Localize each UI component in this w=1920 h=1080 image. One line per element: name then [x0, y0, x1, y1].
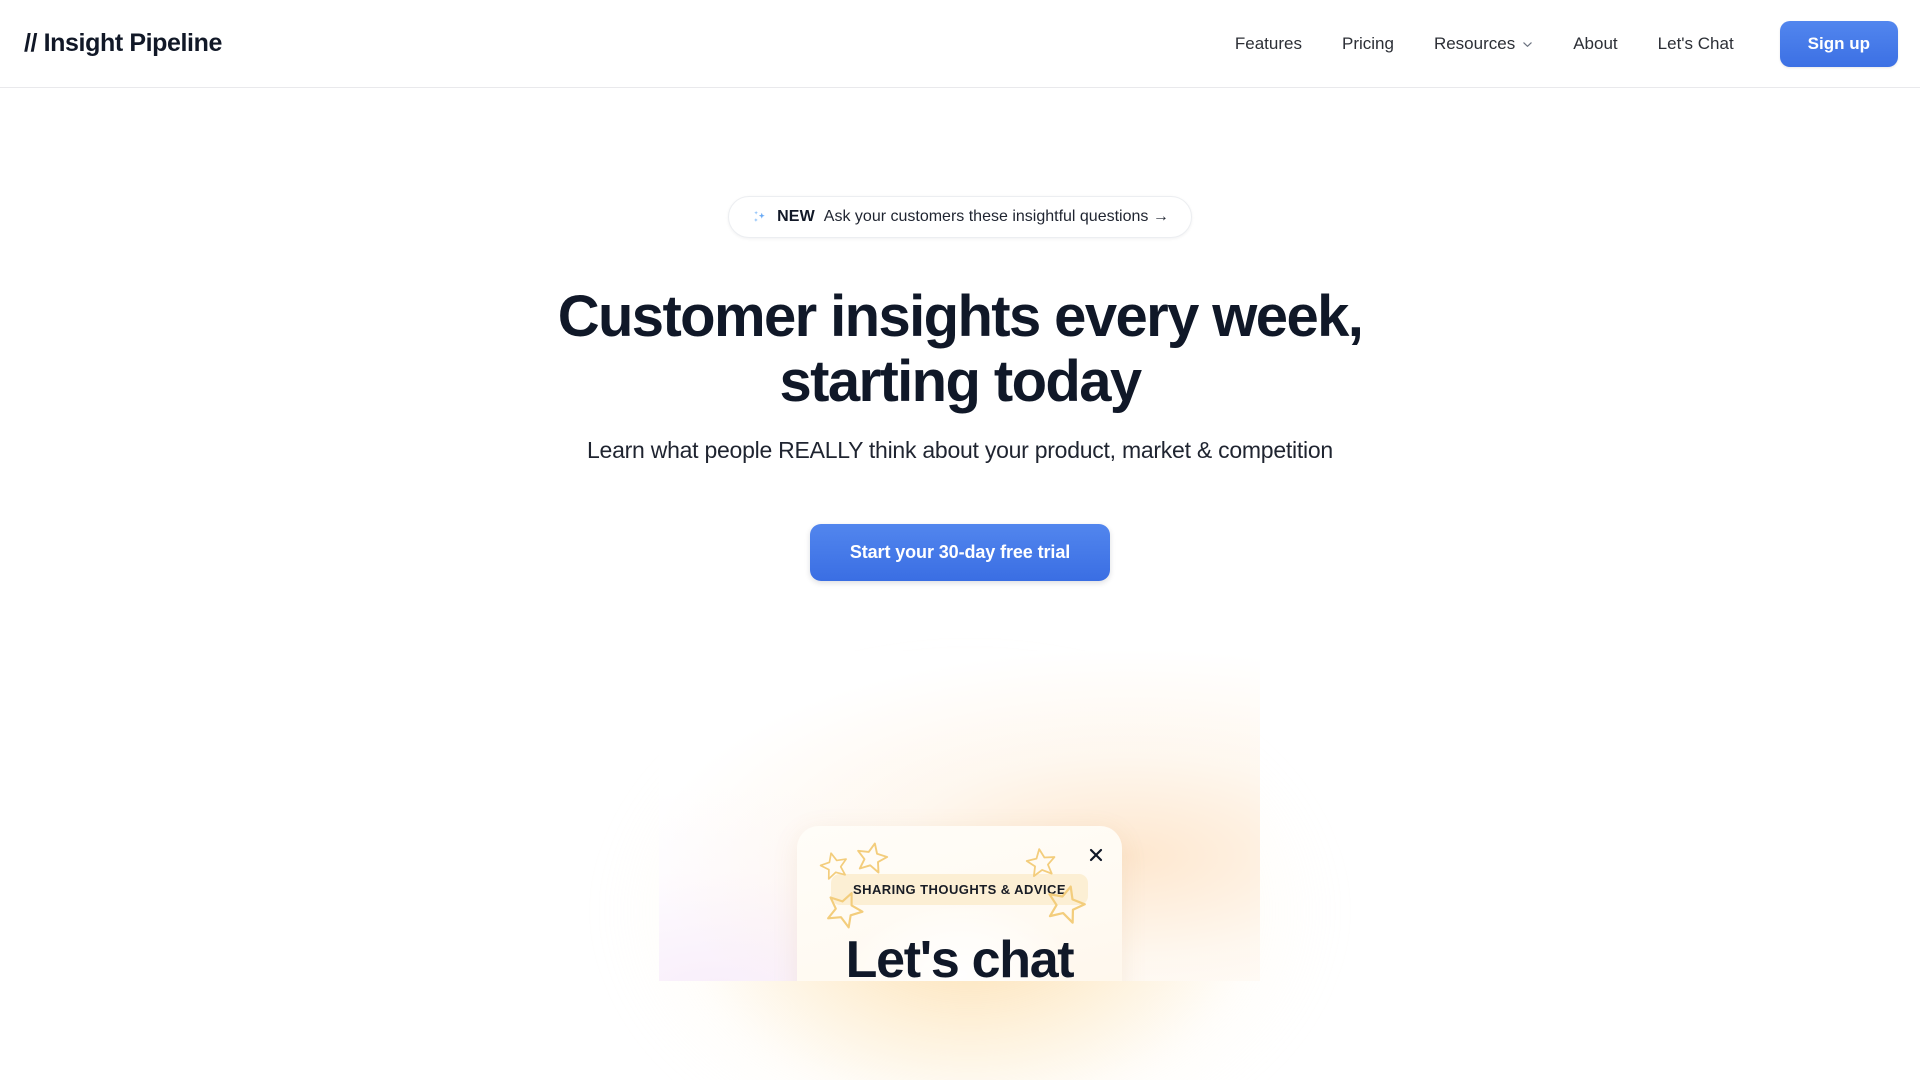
card-category-label: SHARING THOUGHTS & ADVICE [831, 873, 1088, 905]
announcement-badge-row: NEW Ask your customers these insightful … [0, 196, 1920, 238]
card-label-row: SHARING THOUGHTS & ADVICE [797, 873, 1122, 905]
showcase-panel: SHARING THOUGHTS & ADVICE Let's chat [659, 650, 1260, 981]
nav-item-about[interactable]: About [1553, 24, 1637, 64]
nav-item-label: About [1573, 33, 1618, 53]
site-header: // Insight Pipeline Features Pricing Res… [0, 0, 1920, 88]
hero-headline: Customer insights every week, starting t… [557, 284, 1364, 414]
chat-popup-card[interactable]: SHARING THOUGHTS & ADVICE Let's chat [797, 825, 1122, 981]
primary-navigation: Features Pricing Resources About Let's C… [1215, 20, 1898, 67]
badge-new-tag: NEW [777, 208, 815, 225]
nav-item-label: Resources [1433, 33, 1516, 53]
signup-button[interactable]: Sign up [1779, 20, 1898, 67]
badge-message: Ask your customers these insightful ques… [823, 208, 1169, 225]
hero-cta-row: Start your 30-day free trial [0, 523, 1920, 581]
nav-item-label: Features [1234, 33, 1302, 53]
chevron-down-icon [1522, 39, 1533, 50]
nav-item-label: Let's Chat [1657, 33, 1734, 53]
start-free-trial-button[interactable]: Start your 30-day free trial [809, 523, 1111, 581]
nav-item-lets-chat[interactable]: Let's Chat [1638, 24, 1754, 64]
sparkles-icon [751, 209, 768, 226]
close-icon[interactable] [1087, 846, 1105, 864]
showcase-section: SHARING THOUGHTS & ADVICE Let's chat [0, 650, 1920, 1080]
hero-subheadline: Learn what people REALLY think about you… [587, 436, 1333, 463]
nav-item-label: Pricing [1341, 33, 1394, 53]
brand-logo[interactable]: // Insight Pipeline [22, 29, 222, 58]
star-icon [852, 837, 892, 877]
nav-item-pricing[interactable]: Pricing [1322, 24, 1414, 64]
announcement-badge[interactable]: NEW Ask your customers these insightful … [728, 196, 1192, 238]
nav-item-features[interactable]: Features [1215, 24, 1322, 64]
nav-item-resources[interactable]: Resources [1414, 24, 1553, 64]
card-title: Let's chat [845, 930, 1075, 981]
hero-section: NEW Ask your customers these insightful … [0, 88, 1920, 1080]
